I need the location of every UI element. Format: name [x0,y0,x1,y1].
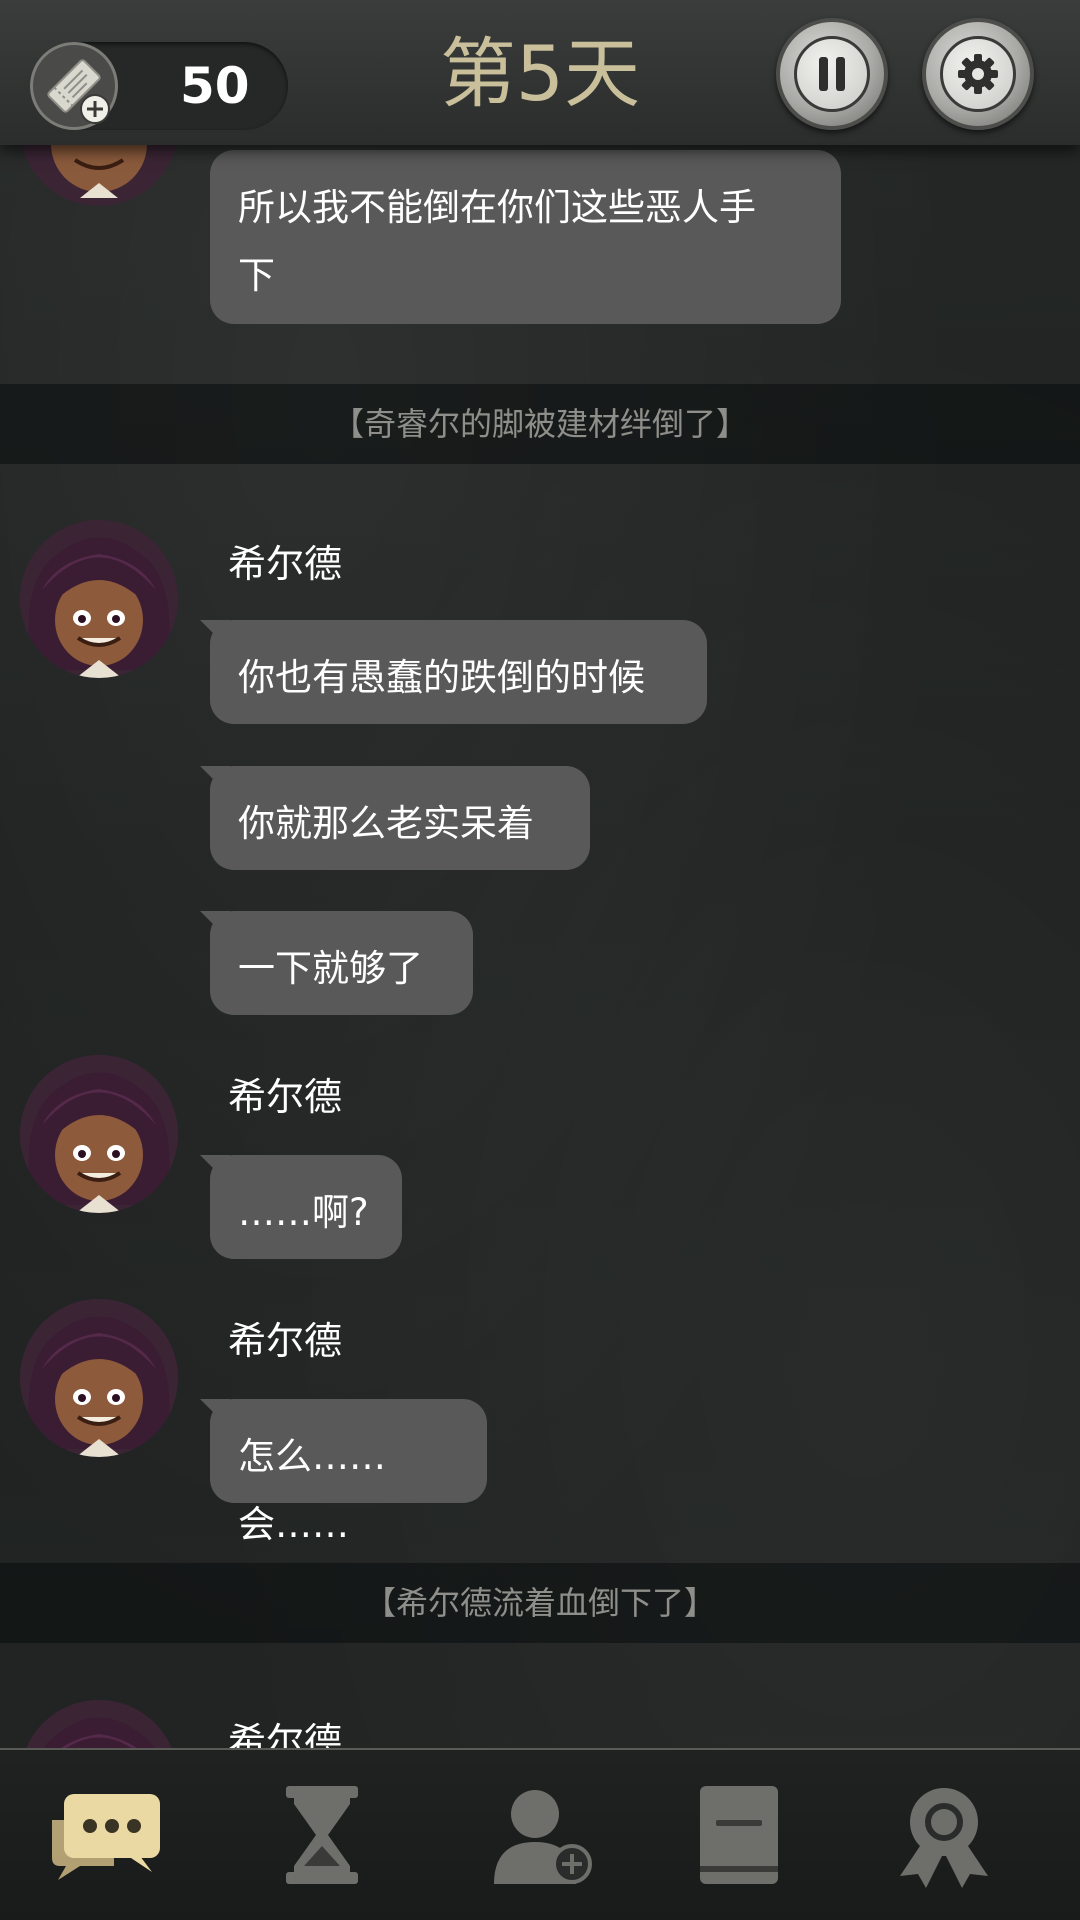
narration-text: 【奇睿尔的脚被建材绊倒了】 [331,405,748,443]
day-title: 第5天 [439,29,641,118]
message-bubble: 你也有愚蠢的跌倒的时候 [210,620,707,724]
message-bubble: ……啊? [210,1155,402,1259]
add-person-icon [494,1790,592,1884]
speaker-name: 希尔德 [228,1720,343,1748]
message-text: 一下就够了 [238,947,423,990]
ticket-counter[interactable]: 50 [30,42,288,130]
pause-button[interactable] [776,18,888,130]
book-icon [700,1786,778,1884]
chat-log[interactable]: 所以我不能倒在你们这些恶人手 下 【奇睿尔的脚被建材绊倒了】 希尔德 你也有愚蠢… [0,0,1080,1748]
nav-chat[interactable] [44,1780,164,1890]
narration-banner: 【奇睿尔的脚被建材绊倒了】 [0,384,1080,464]
message-text: 下 [238,254,275,297]
avatar-hilde[interactable] [20,1700,178,1748]
message-bubble: 你就那么老实呆着 [210,766,590,870]
message-text: 你也有愚蠢的跌倒的时候 [238,656,645,699]
settings-button[interactable] [922,18,1034,130]
top-bar: 50 第5天 [0,0,1080,145]
nav-achievements[interactable] [884,1780,1004,1890]
avatar-hilde[interactable] [20,1299,178,1457]
nav-timeline[interactable] [262,1780,382,1890]
message-text: 你就那么老实呆着 [238,802,534,845]
message-bubble: 一下就够了 [210,911,473,1015]
nav-contacts[interactable] [480,1780,600,1890]
message-text: ……啊? [238,1191,369,1234]
pause-icon [794,36,870,112]
message-bubble: 怎么……会…… [210,1399,487,1546]
chat-bubbles-icon [52,1794,160,1880]
gear-icon [940,36,1016,112]
narration-text: 【希尔德流着血倒下了】 [363,1584,716,1622]
game-screen: 所以我不能倒在你们这些恶人手 下 【奇睿尔的脚被建材绊倒了】 希尔德 你也有愚蠢… [0,0,1080,1920]
ticket-count: 50 [180,57,250,115]
message-bubble: 所以我不能倒在你们这些恶人手 下 [210,150,841,324]
speaker-name: 希尔德 [228,542,343,586]
speaker-name: 希尔德 [228,1319,343,1363]
ticket-add-icon[interactable] [30,42,118,130]
avatar-hilde[interactable] [20,520,178,678]
avatar-hilde[interactable] [20,1055,178,1213]
speaker-name: 希尔德 [228,1075,343,1119]
narration-banner: 【希尔德流着血倒下了】 [0,1563,1080,1643]
hourglass-icon [286,1786,358,1884]
nav-book[interactable] [678,1780,798,1890]
message-text: 怎么……会…… [238,1435,386,1546]
bottom-nav [0,1748,1080,1920]
award-ribbon-icon [900,1788,988,1888]
message-text: 所以我不能倒在你们这些恶人手 [238,186,756,229]
